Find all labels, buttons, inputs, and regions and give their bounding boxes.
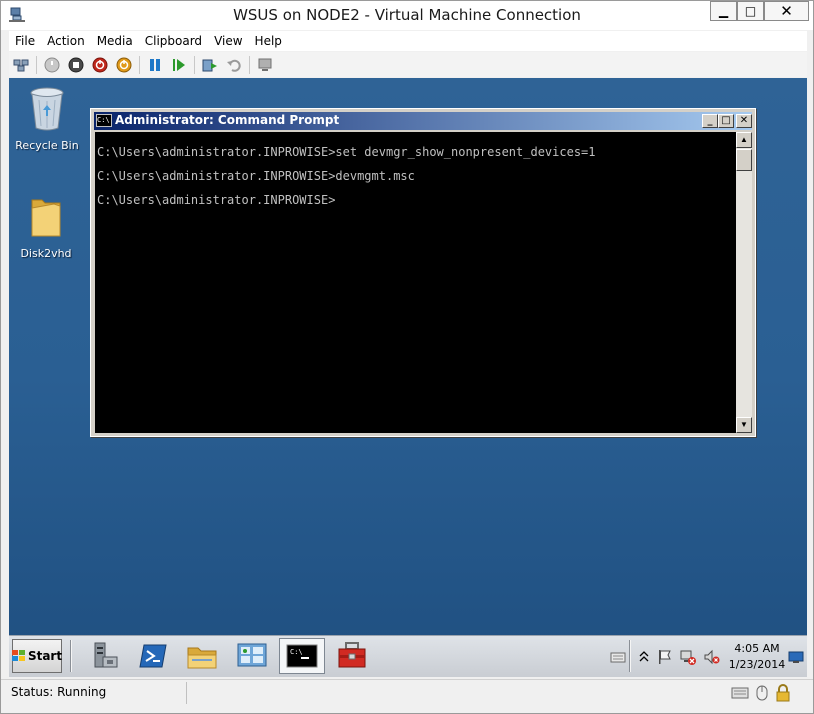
revert-icon[interactable] — [225, 56, 243, 74]
vm-title-bar[interactable]: WSUS on NODE2 - Virtual Machine Connecti… — [1, 1, 813, 30]
scroll-thumb[interactable] — [736, 149, 752, 171]
resume-icon[interactable] — [170, 56, 188, 74]
start-vm-icon[interactable] — [43, 56, 61, 74]
console-line: C:\Users\administrator.INPROWISE> — [97, 193, 336, 207]
taskbar-divider — [70, 640, 72, 672]
cmd-title: Administrator: Command Prompt — [115, 113, 340, 127]
mouse-capture-icon — [753, 684, 771, 702]
show-desktop-icon[interactable] — [788, 649, 804, 665]
volume-muted-icon[interactable] — [704, 649, 720, 665]
ctrl-alt-del-icon[interactable] — [12, 56, 30, 74]
minimize-button[interactable]: ▁ — [710, 1, 737, 21]
recycle-bin-icon — [30, 87, 64, 131]
start-label: Start — [27, 649, 63, 663]
checkpoint-icon[interactable] — [201, 56, 219, 74]
toolbar-divider — [194, 55, 195, 74]
guest-desktop: Recycle Bin Disk2vhd C:\ Administrator: … — [9, 78, 807, 677]
maximize-icon: □ — [744, 4, 757, 18]
tray-divider — [629, 640, 631, 672]
console-line: C:\Users\administrator.INPROWISE>devmgmt… — [97, 169, 415, 183]
network-error-icon[interactable] — [680, 649, 696, 665]
lock-icon — [774, 684, 792, 702]
menu-file[interactable]: File — [9, 31, 41, 51]
close-icon: ✕ — [780, 2, 793, 20]
maximize-icon: □ — [721, 115, 731, 126]
desktop-icon-label: Disk2vhd — [20, 247, 72, 260]
vertical-scrollbar[interactable]: ▲ ▼ — [736, 132, 752, 433]
command-prompt-icon: C:\ — [96, 114, 112, 127]
system-clock[interactable]: 4:05 AM 1/23/2014 — [725, 641, 789, 673]
toolbox-icon — [338, 642, 366, 668]
taskbar-toolbox[interactable] — [329, 638, 375, 674]
close-button[interactable]: ✕ — [764, 1, 809, 21]
desktop-icon-recycle-bin[interactable]: Recycle Bin — [9, 86, 85, 152]
menu-view[interactable]: View — [208, 31, 248, 51]
powershell-icon — [139, 644, 167, 668]
file-explorer-icon — [187, 647, 217, 669]
command-prompt-icon: C:\ — [286, 644, 318, 668]
enhanced-session-icon[interactable] — [256, 56, 274, 74]
svg-text:C:\: C:\ — [290, 648, 303, 656]
clock-date: 1/23/2014 — [728, 658, 786, 671]
folder-icon — [31, 199, 61, 237]
desktop-icon-label: Recycle Bin — [15, 139, 79, 152]
cmd-title-bar[interactable]: C:\ Administrator: Command Prompt _ □ ✕ — [94, 112, 752, 130]
command-prompt-window: C:\ Administrator: Command Prompt _ □ ✕ … — [90, 108, 756, 437]
minimize-icon: ▁ — [718, 4, 729, 18]
cmd-minimize-button[interactable]: _ — [702, 114, 718, 128]
toolbar-divider — [139, 55, 140, 74]
vm-connection-window: WSUS on NODE2 - Virtual Machine Connecti… — [0, 0, 814, 714]
cmd-close-button[interactable]: ✕ — [736, 114, 752, 128]
taskbar-server-manager[interactable] — [82, 638, 128, 674]
chevron-up-icon[interactable] — [636, 649, 652, 665]
server-manager-icon — [94, 642, 118, 668]
keyboard-icon[interactable] — [610, 649, 626, 665]
console-line: C:\Users\administrator.INPROWISE>set dev… — [97, 145, 596, 159]
status-bar: Status: Running — [1, 679, 813, 705]
start-button[interactable]: Start — [11, 639, 63, 673]
maximize-button[interactable]: □ — [737, 1, 764, 21]
shut-down-icon[interactable] — [91, 56, 109, 74]
console-output[interactable]: C:\Users\administrator.INPROWISE>set dev… — [95, 132, 736, 433]
menu-bar: File Action Media Clipboard View Help — [9, 31, 807, 51]
menu-media[interactable]: Media — [91, 31, 139, 51]
taskbar-command-prompt[interactable]: C:\ — [279, 638, 325, 674]
power-icon[interactable] — [115, 56, 133, 74]
turn-off-icon[interactable] — [67, 56, 85, 74]
windows-flag-icon — [11, 650, 26, 662]
clock-time: 4:05 AM — [734, 642, 780, 655]
menu-help[interactable]: Help — [249, 31, 288, 51]
close-icon: ✕ — [739, 115, 749, 126]
window-title: WSUS on NODE2 - Virtual Machine Connecti… — [233, 6, 581, 24]
toolbar-divider — [36, 55, 37, 74]
control-panel-icon — [237, 643, 267, 667]
taskbar: Start C:\ 4:05 AM 1/23/2014 — [9, 635, 807, 677]
scroll-down-button[interactable]: ▼ — [736, 417, 752, 433]
desktop-icon-disk2vhd[interactable]: Disk2vhd — [9, 194, 84, 260]
taskbar-powershell[interactable] — [130, 638, 176, 674]
toolbar-divider — [249, 55, 250, 74]
taskbar-control-panel[interactable] — [229, 638, 275, 674]
keyboard-capture-icon — [731, 684, 749, 702]
scroll-up-button[interactable]: ▲ — [736, 132, 752, 148]
action-center-flag-icon[interactable] — [656, 649, 672, 665]
vm-toolbar — [9, 52, 807, 77]
pause-icon[interactable] — [146, 56, 164, 74]
minimize-icon: _ — [707, 115, 713, 126]
status-divider — [186, 682, 187, 704]
cmd-maximize-button[interactable]: □ — [718, 114, 734, 128]
menu-action[interactable]: Action — [41, 31, 91, 51]
vm-status: Status: Running — [11, 685, 107, 699]
taskbar-file-explorer[interactable] — [179, 638, 225, 674]
menu-clipboard[interactable]: Clipboard — [139, 31, 208, 51]
